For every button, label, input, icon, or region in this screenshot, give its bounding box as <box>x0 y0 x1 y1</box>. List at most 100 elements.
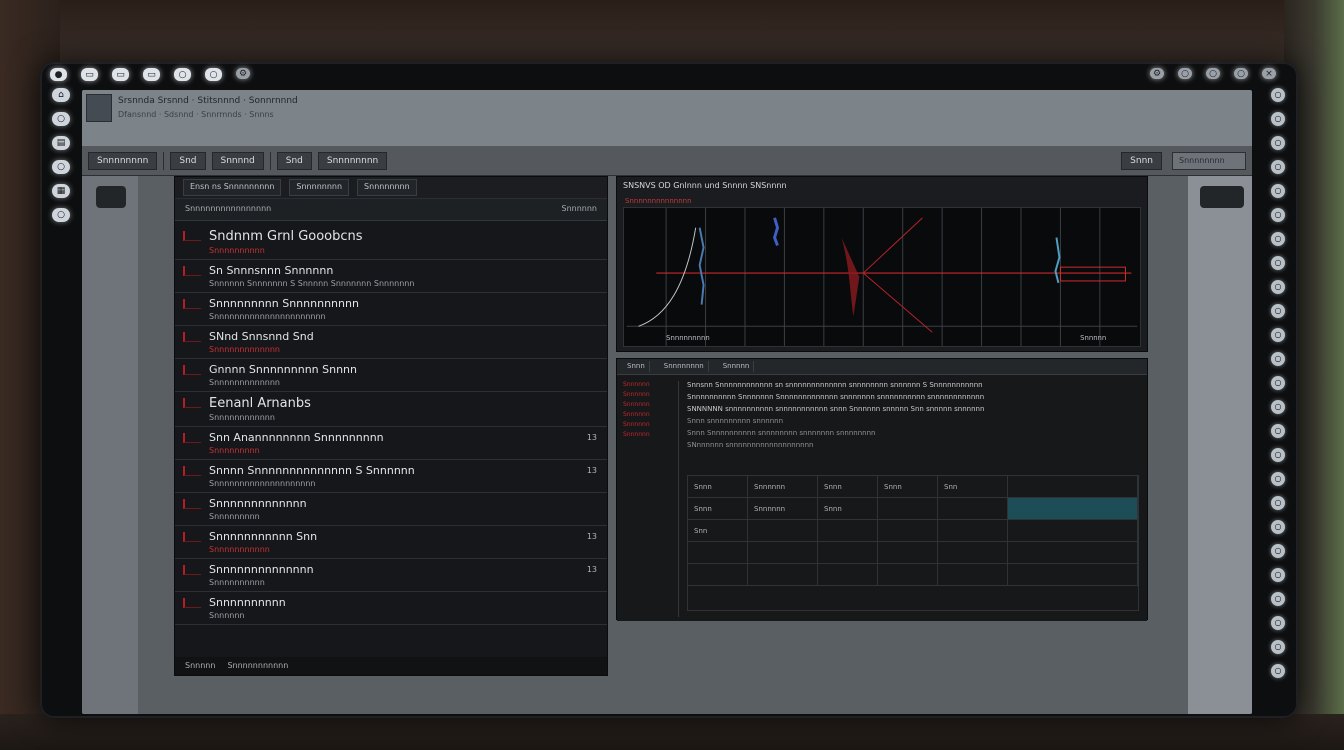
circle-icon[interactable]: ○ <box>174 68 191 81</box>
bracket-icon <box>183 332 201 342</box>
circle-icon[interactable]: ○ <box>1271 400 1285 414</box>
circle-icon[interactable]: ○ <box>1234 68 1248 79</box>
circle-icon[interactable]: ○ <box>1271 448 1285 462</box>
circle-icon[interactable]: ○ <box>1271 664 1285 678</box>
window-icon[interactable]: ▭ <box>143 68 160 81</box>
grid-icon[interactable]: ▦ <box>52 184 70 198</box>
table-row[interactable] <box>688 564 1138 586</box>
circle-icon[interactable]: ○ <box>1271 352 1285 366</box>
circle-icon[interactable]: ○ <box>205 68 222 81</box>
list-item-count: 13 <box>586 466 597 475</box>
circle-icon[interactable]: ○ <box>1271 256 1285 270</box>
window-subtitle: Dfansnnd · Sdsnnd · Snnrmnds · Snnns <box>118 110 274 119</box>
signal-peak <box>841 237 860 317</box>
list-item-subtitle: Snnnnnn <box>209 611 245 620</box>
right-rail: ○ ○ ○ ○ ○ ○ ○ ○ ○ ○ ○ ○ ○ ○ ○ ○ ○ ○ ○ ○ … <box>1266 88 1290 678</box>
table-row[interactable] <box>688 542 1138 564</box>
folder-icon[interactable]: ▤ <box>52 136 70 150</box>
plot-panel: SNSNVS OD Gnlnnn und Snnnn SNSnnnn Snnnn… <box>616 176 1148 352</box>
footer-item[interactable]: Snnnnnnnnnnn <box>227 661 288 671</box>
table-row[interactable]: Snn <box>688 520 1138 542</box>
tab-log-3[interactable]: Snnnnn <box>719 361 755 372</box>
table-cell: Snnn <box>688 476 748 497</box>
circle-icon[interactable]: ○ <box>1271 88 1285 102</box>
window-icon[interactable]: ▭ <box>112 68 129 81</box>
tab-log-2[interactable]: Snnnnnnnn <box>660 361 709 372</box>
circle-icon[interactable]: ○ <box>1271 232 1285 246</box>
circle-icon[interactable]: ○ <box>1271 304 1285 318</box>
table-row[interactable]: Snnn Snnnnnn Snnn Snnn Snn <box>688 476 1138 498</box>
circle-icon[interactable]: ○ <box>1271 424 1285 438</box>
circle-icon[interactable]: ○ <box>52 112 70 126</box>
list-item[interactable]: SNnd Snnsnnd Snd Snnnnnnnnnnnnn <box>175 326 607 359</box>
toolbar-button-2[interactable]: Snd <box>170 151 206 170</box>
circle-icon[interactable]: ○ <box>1271 592 1285 606</box>
table-cell <box>748 520 818 541</box>
subheader-right[interactable]: Snnnnnn <box>562 204 598 215</box>
tab-1[interactable]: Ensn ns Snnnnnnnnn <box>183 179 282 196</box>
bracket-icon <box>183 598 201 608</box>
circle-icon[interactable]: ○ <box>1271 160 1285 174</box>
toolbar-separator <box>269 151 271 170</box>
list-item[interactable]: Snnnnnnnnnnnnn Snnnnnnnnn <box>175 493 607 526</box>
power-icon[interactable]: ● <box>50 68 67 81</box>
log-line: Snnn snnnnnnnnn snnnnnn <box>687 417 784 425</box>
tab-3[interactable]: Snnnnnnnn <box>357 179 417 196</box>
log-panel: Snnn Snnnnnnnn Snnnnn Snnnnnn Snnnnnn Snnn… <box>616 358 1148 621</box>
subheader-left: Snnnnnnnnnnnnnnnn <box>185 204 272 213</box>
settings-icon[interactable]: ⚙ <box>236 68 250 79</box>
circle-icon[interactable]: ○ <box>1271 208 1285 222</box>
circle-icon[interactable]: ○ <box>52 160 70 174</box>
log-body: Snnnnnn Snnnnnn Snnnnnn Snnnnnn Snnnnnn Snnnn… <box>617 375 1147 621</box>
circle-icon[interactable]: ○ <box>1271 376 1285 390</box>
circle-icon[interactable]: ○ <box>1271 616 1285 630</box>
circle-icon[interactable]: ○ <box>1271 280 1285 294</box>
list-item-title: Sn Snnnsnnn Snnnnnn <box>209 264 334 277</box>
tab-log-1[interactable]: Snnn <box>623 361 650 372</box>
circle-icon[interactable]: ○ <box>1271 544 1285 558</box>
circle-icon[interactable]: ○ <box>1271 328 1285 342</box>
toolbar-button-1[interactable]: Snnnnnnnn <box>88 151 158 170</box>
footer-item[interactable]: Snnnnn <box>185 661 215 671</box>
list-item[interactable]: Snnnnnnnnnnn Snn Snnnnnnnnnnn 13 <box>175 526 607 559</box>
toolbar-button-4[interactable]: Snd <box>276 151 312 170</box>
circle-icon[interactable]: ○ <box>1271 640 1285 654</box>
plot-canvas[interactable]: Snnnnnnnnn Snnnnn <box>623 207 1141 347</box>
window-icon[interactable]: ▭ <box>81 68 98 81</box>
toolbar-button-3[interactable]: Snnnnd <box>211 151 264 170</box>
list-item[interactable]: Snn Anannnnnnnn Snnnnnnnnn Snnnnnnnnn 13 <box>175 427 607 460</box>
toolbar-right-button[interactable]: Snnn <box>1121 151 1162 170</box>
close-icon[interactable]: × <box>1262 68 1276 79</box>
list-item-title: Sndnnm Grnl Gooobcns <box>209 229 363 244</box>
toolbar-button-5[interactable]: Snnnnnnnn <box>317 151 388 170</box>
list-item[interactable]: Snnnnnnnnnnnnnn Snnnnnnnnnn 13 <box>175 559 607 592</box>
table-cell <box>748 542 818 563</box>
list-item[interactable]: Snnnn Snnnnnnnnnnnnnn S Snnnnnn Snnnnnnnn… <box>175 460 607 493</box>
circle-icon[interactable]: ○ <box>1271 568 1285 582</box>
circle-icon[interactable]: ○ <box>1271 136 1285 150</box>
settings-icon[interactable]: ⚙ <box>1150 68 1164 79</box>
log-tag: Snnnnnn <box>623 381 650 388</box>
circle-icon[interactable]: ○ <box>1271 472 1285 486</box>
home-icon[interactable]: ⌂ <box>52 88 70 102</box>
gutter-handle[interactable] <box>96 186 126 208</box>
table-row[interactable]: Snnn Snnnnnn Snnn <box>688 498 1138 520</box>
tab-2[interactable]: Snnnnnnnn <box>289 179 350 196</box>
circle-icon[interactable]: ○ <box>1271 184 1285 198</box>
list-item[interactable]: Snnnnnnnnnn Snnnnnn <box>175 592 607 625</box>
circle-icon[interactable]: ○ <box>1271 112 1285 126</box>
gutter-handle[interactable] <box>1200 186 1244 208</box>
list-item[interactable]: Eenanl Arnanbs Snnnnnnnnnnnn <box>175 392 607 427</box>
circle-icon[interactable]: ○ <box>1271 520 1285 534</box>
circle-icon[interactable]: ○ <box>1271 496 1285 510</box>
list-item-subtitle: Snnnnnn Snnnnnnn S Snnnnn Snnnnnnn Snnnn… <box>209 279 415 288</box>
search-input[interactable]: Snnnnnnnn <box>1172 151 1246 170</box>
circle-icon[interactable]: ○ <box>1178 68 1192 79</box>
list-item[interactable]: Snnnnnnnnn Snnnnnnnnnn Snnnnnnnnnnnnnnnnn… <box>175 293 607 326</box>
list-item-title: Snnnnnnnnnnn Snn <box>209 530 318 543</box>
circle-icon[interactable]: ○ <box>52 208 70 222</box>
list-item[interactable]: Gnnnn Snnnnnnnnn Snnnn Snnnnnnnnnnnnn <box>175 359 607 392</box>
list-item[interactable]: Sn Snnnsnnn Snnnnnn Snnnnnn Snnnnnnn S Sn… <box>175 260 607 293</box>
circle-icon[interactable]: ○ <box>1206 68 1220 79</box>
list-item[interactable]: Sndnnm Grnl Gooobcns Snnnnnnnnnn <box>175 225 607 260</box>
